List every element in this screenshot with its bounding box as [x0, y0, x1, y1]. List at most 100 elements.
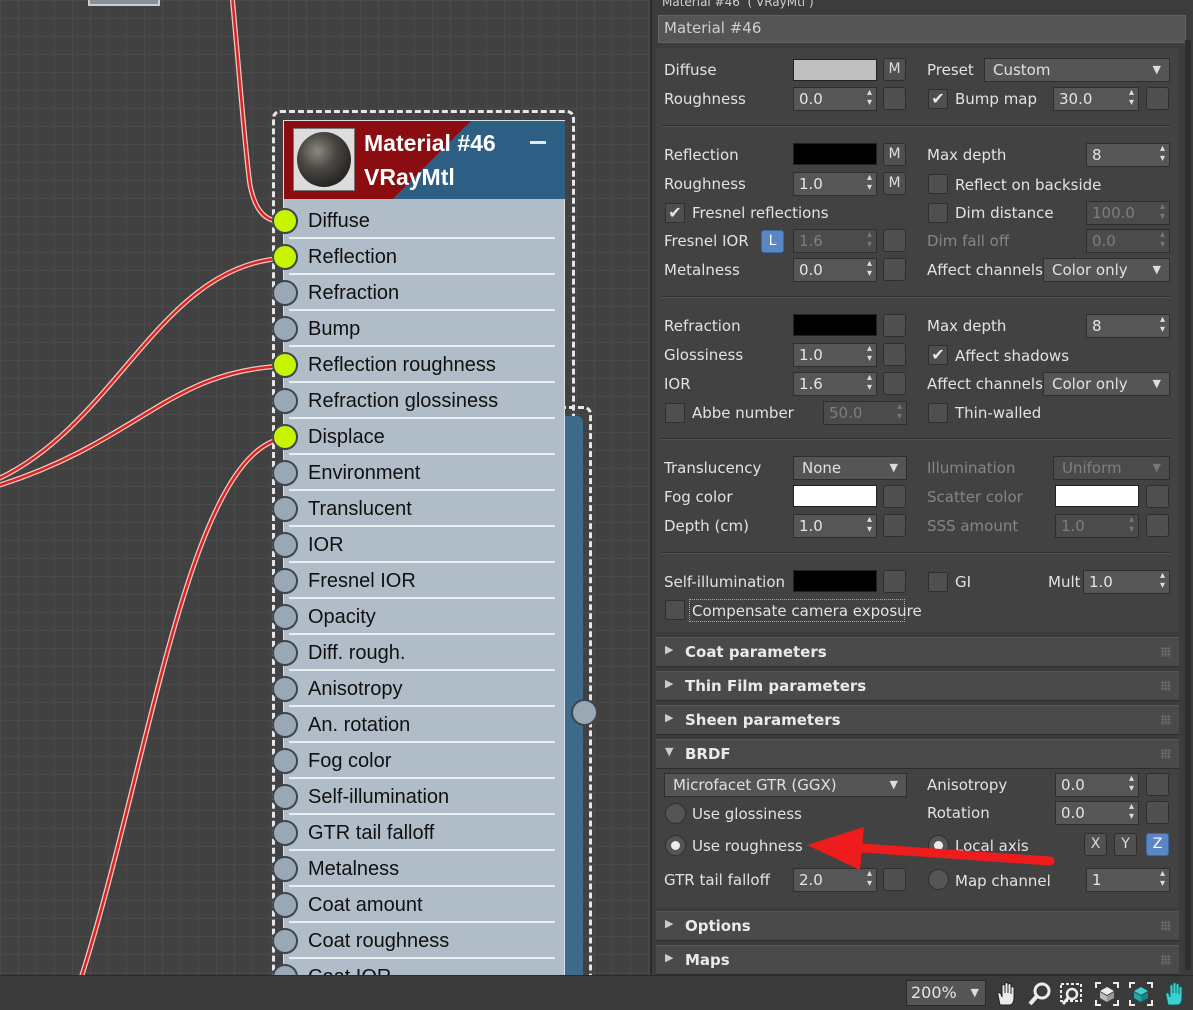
node-editor-canvas[interactable]: Material #46 VRayMtl Diffuse Reflection Re…	[0, 0, 650, 975]
node-slot[interactable]: Opacity	[271, 599, 561, 635]
ior-spinner[interactable]: 1.6	[793, 372, 877, 396]
input-socket[interactable]	[272, 892, 298, 918]
input-socket[interactable]	[272, 496, 298, 522]
depth-map-button[interactable]	[883, 514, 906, 537]
rollout-options[interactable]: ▶ Options	[656, 911, 1179, 941]
reflection-swatch[interactable]	[793, 143, 877, 165]
sss-amount-spinner[interactable]: 1.0	[1055, 514, 1139, 538]
rotation-spinner[interactable]: 0.0	[1055, 801, 1139, 825]
node-slot[interactable]: Anisotropy	[271, 671, 561, 707]
input-socket[interactable]	[272, 640, 298, 666]
input-socket[interactable]	[272, 856, 298, 882]
rotation-map-button[interactable]	[1146, 801, 1169, 824]
translucency-dropdown[interactable]: None	[793, 456, 907, 480]
thin-walled-checkbox[interactable]	[928, 403, 948, 423]
sss-amount-map-button[interactable]	[1146, 514, 1169, 537]
node-slot[interactable]: Coat IOR	[271, 959, 561, 975]
input-socket[interactable]	[272, 280, 298, 306]
node-slot[interactable]: Translucent	[271, 491, 561, 527]
dim-distance-spinner[interactable]: 100.0	[1086, 201, 1170, 225]
metalness-spinner[interactable]: 0.0	[793, 258, 877, 282]
preset-dropdown[interactable]: Custom	[984, 58, 1170, 82]
node-slot[interactable]: IOR	[271, 527, 561, 563]
bump-map-checkbox[interactable]: ✔	[928, 89, 948, 109]
illumination-dropdown[interactable]: Uniform	[1053, 456, 1170, 480]
zoom-extents-icon[interactable]	[1093, 980, 1121, 1008]
node-slot[interactable]: Reflection	[271, 239, 561, 275]
self-illumination-map-button[interactable]	[883, 570, 906, 593]
input-socket[interactable]	[272, 460, 298, 486]
zoom-region-icon[interactable]	[1058, 980, 1086, 1008]
node-slot[interactable]: Refraction glossiness	[271, 383, 561, 419]
input-socket[interactable]	[272, 388, 298, 414]
refl-roughness-map-button[interactable]: M	[883, 172, 906, 195]
reflect-backside-checkbox[interactable]	[928, 174, 948, 194]
node-slot[interactable]: GTR tail falloff	[271, 815, 561, 851]
node-slot[interactable]: Refraction	[271, 275, 561, 311]
bump-map-button[interactable]	[1146, 87, 1169, 110]
affect-shadows-checkbox[interactable]: ✔	[928, 345, 948, 365]
self-illumination-swatch[interactable]	[793, 570, 877, 592]
input-socket[interactable]	[272, 532, 298, 558]
metalness-map-button[interactable]	[883, 258, 906, 281]
axis-z-button[interactable]: Z	[1146, 833, 1169, 856]
compensate-exposure-checkbox[interactable]	[665, 600, 685, 620]
scatter-color-swatch[interactable]	[1055, 485, 1139, 507]
fresnel-ior-map-button[interactable]	[883, 229, 906, 252]
abbe-number-spinner[interactable]: 50.0	[823, 401, 907, 425]
ior-map-button[interactable]	[883, 372, 906, 395]
reflection-map-button[interactable]: M	[883, 143, 906, 166]
depth-spinner[interactable]: 1.0	[793, 514, 877, 538]
node-slot[interactable]: An. rotation	[271, 707, 561, 743]
mult-spinner[interactable]: 1.0	[1083, 570, 1170, 594]
use-glossiness-radio[interactable]	[665, 803, 686, 824]
roughness-spinner[interactable]: 0.0	[793, 87, 877, 111]
node-slot[interactable]: Metalness	[271, 851, 561, 887]
bump-map-spinner[interactable]: 30.0	[1053, 87, 1139, 111]
anisotropy-map-button[interactable]	[1146, 773, 1169, 796]
abbe-number-checkbox[interactable]	[665, 403, 685, 423]
refl-max-depth-spinner[interactable]: 8	[1086, 143, 1170, 167]
input-socket[interactable]	[272, 928, 298, 954]
input-socket[interactable]	[272, 712, 298, 738]
rollout-brdf[interactable]: ▼ BRDF	[656, 739, 1179, 769]
panel-scrollbar[interactable]	[1185, 40, 1191, 970]
input-socket[interactable]	[272, 352, 298, 378]
collapse-icon[interactable]	[530, 141, 546, 144]
input-socket[interactable]	[272, 748, 298, 774]
material-name-field[interactable]: Material #46	[658, 15, 1186, 43]
glossiness-spinner[interactable]: 1.0	[793, 343, 877, 367]
fresnel-reflections-checkbox[interactable]: ✔	[665, 203, 685, 223]
use-roughness-radio[interactable]	[665, 835, 686, 856]
input-socket[interactable]	[272, 676, 298, 702]
scatter-color-map-button[interactable]	[1146, 485, 1169, 508]
output-socket[interactable]	[571, 699, 598, 726]
rollout-thin-film-parameters[interactable]: ▶ Thin Film parameters	[656, 671, 1179, 701]
fog-color-swatch[interactable]	[793, 485, 877, 507]
refraction-swatch[interactable]	[793, 314, 877, 336]
roughness-map-button[interactable]	[883, 87, 906, 110]
node-slot[interactable]: Self-illumination	[271, 779, 561, 815]
rollout-maps[interactable]: ▶ Maps	[656, 945, 1179, 975]
gi-checkbox[interactable]	[928, 572, 948, 592]
dim-distance-checkbox[interactable]	[928, 203, 948, 223]
input-socket[interactable]	[272, 604, 298, 630]
zoom-magnifier-icon[interactable]	[1026, 980, 1054, 1008]
node-slot[interactable]: Diff. rough.	[271, 635, 561, 671]
node-slot[interactable]: Bump	[271, 311, 561, 347]
axis-y-button[interactable]: Y	[1114, 833, 1137, 856]
refl-roughness-spinner[interactable]: 1.0	[793, 172, 877, 196]
diffuse-map-button[interactable]: M	[883, 58, 906, 81]
fresnel-ior-spinner[interactable]: 1.6	[793, 229, 877, 253]
zoom-dropdown[interactable]: 200%	[906, 980, 986, 1006]
fresnel-ior-lock-button[interactable]: L	[761, 230, 784, 253]
pan-hand-icon[interactable]	[992, 980, 1020, 1008]
node-slot[interactable]: Diffuse	[271, 203, 561, 239]
rollout-sheen-parameters[interactable]: ▶ Sheen parameters	[656, 705, 1179, 735]
input-socket[interactable]	[272, 316, 298, 342]
node-slot[interactable]: Coat roughness	[271, 923, 561, 959]
diffuse-swatch[interactable]	[793, 59, 877, 81]
dim-falloff-spinner[interactable]: 0.0	[1086, 229, 1170, 253]
node-slot[interactable]: Coat amount	[271, 887, 561, 923]
input-socket[interactable]	[272, 568, 298, 594]
